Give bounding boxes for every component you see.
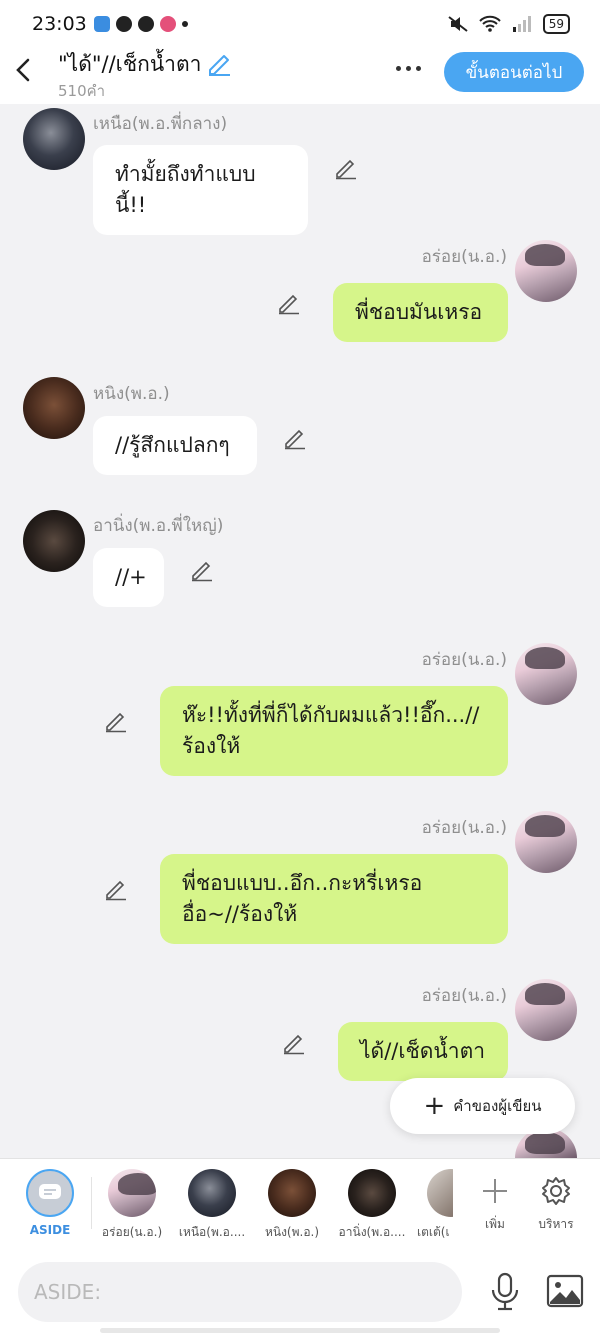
back-button[interactable] xyxy=(12,56,36,84)
character-item[interactable]: อานิ่ง(พ.อ.... xyxy=(331,1169,413,1242)
edit-title-icon[interactable] xyxy=(206,50,232,76)
character-label: อร่อย(น.อ.) xyxy=(101,1225,163,1239)
edit-message-icon[interactable] xyxy=(282,1031,306,1055)
edit-message-icon[interactable] xyxy=(190,558,214,582)
character-item[interactable]: เตเต้(เ xyxy=(411,1169,453,1242)
dot-icon xyxy=(395,65,401,71)
message-bubble[interactable]: //+ xyxy=(93,548,164,607)
edit-message-icon[interactable] xyxy=(104,877,128,901)
message-text: พี่ชอบมันเหรอ xyxy=(355,300,483,324)
character-item[interactable]: อร่อย(น.อ.) xyxy=(91,1169,173,1242)
message-text: //+ xyxy=(115,565,147,589)
message-input[interactable] xyxy=(18,1262,462,1322)
signal-icon xyxy=(512,16,531,32)
avatar[interactable] xyxy=(23,108,85,170)
more-options-button[interactable] xyxy=(390,58,426,78)
message-bubble[interactable]: ห๊ะ!!ทั้งที่พี่ก็ได้กับผมแล้ว!!อึ๊ก...//… xyxy=(160,686,508,776)
word-count: 510คำ xyxy=(58,82,106,100)
gear-icon xyxy=(542,1177,570,1205)
battery-icon: 59 xyxy=(542,14,570,34)
message-bubble[interactable]: พี่ชอบแบบ..อึก..กะหรี่เหรอ อื่อ~//ร้องให… xyxy=(160,854,508,944)
star-app-icon xyxy=(160,16,176,32)
wifi-icon xyxy=(479,15,501,32)
message-text: พี่ชอบแบบ..อึก..กะหรี่เหรอ xyxy=(182,871,423,895)
character-item[interactable]: หนิง(พ.อ.) xyxy=(251,1169,333,1242)
home-indicator xyxy=(100,1328,500,1333)
mute-icon xyxy=(448,16,468,32)
plus-icon: + xyxy=(423,1091,446,1121)
speech-bubble-icon xyxy=(39,1184,61,1199)
message-text: //รู้สึกแปลกๆ xyxy=(115,433,230,457)
chat-header: "ได้"//เช็กน้ำตา 510คำ ขั้นตอนต่อไป xyxy=(0,40,600,104)
manage-button[interactable]: บริหาร xyxy=(526,1171,586,1234)
message-text: ร้องให้ xyxy=(182,734,241,758)
facebook-icon xyxy=(138,16,154,32)
speaker-name: หนิง(พ.อ.) xyxy=(93,384,170,404)
add-character-button[interactable]: เพิ่ม xyxy=(465,1171,525,1234)
speaker-name: เหนือ(พ.อ.พี่กลาง) xyxy=(93,114,228,134)
avatar[interactable] xyxy=(515,240,577,302)
avatar[interactable] xyxy=(23,510,85,572)
avatar xyxy=(427,1169,453,1217)
more-notifications-icon xyxy=(182,21,188,27)
message-bubble[interactable]: //รู้สึกแปลกๆ xyxy=(93,416,257,475)
dot-icon xyxy=(415,65,421,71)
speaker-name: อานิ่ง(พ.อ.พี่ใหญ่) xyxy=(93,516,224,536)
manage-label: บริหาร xyxy=(538,1217,574,1231)
avatar xyxy=(108,1169,156,1217)
message-text: ได้//เช็ดน้ำตา xyxy=(360,1039,485,1063)
avatar[interactable] xyxy=(515,811,577,873)
input-bar xyxy=(0,1250,600,1333)
message-bubble[interactable]: ได้//เช็ดน้ำตา xyxy=(338,1022,508,1081)
edit-message-icon[interactable] xyxy=(334,156,358,180)
character-label: เหนือ(พ.อ.... xyxy=(178,1225,246,1239)
avatar xyxy=(268,1169,316,1217)
character-label: เตเต้(เ xyxy=(417,1225,450,1239)
image-icon[interactable] xyxy=(546,1274,584,1308)
messenger-icon xyxy=(116,16,132,32)
character-bar: ASIDE อร่อย(น.อ.) เหนือ(พ.อ.... หนิง(พ.อ… xyxy=(0,1158,600,1250)
character-label: อานิ่ง(พ.อ.... xyxy=(338,1225,406,1239)
avatar xyxy=(348,1169,396,1217)
avatar[interactable] xyxy=(23,377,85,439)
status-indicators: 59 xyxy=(447,14,570,34)
avatar[interactable] xyxy=(515,979,577,1041)
speaker-name: อร่อย(น.อ.) xyxy=(421,818,507,838)
character-item[interactable]: เหนือ(พ.อ.... xyxy=(171,1169,253,1242)
plus-icon xyxy=(483,1179,507,1203)
character-label: ASIDE xyxy=(29,1223,71,1237)
page-title: "ได้"//เช็กน้ำตา xyxy=(58,52,202,76)
speaker-name: อร่อย(น.อ.) xyxy=(421,986,507,1006)
character-label: หนิง(พ.อ.) xyxy=(264,1225,320,1239)
edit-message-icon[interactable] xyxy=(283,426,307,450)
avatar xyxy=(188,1169,236,1217)
author-note-button[interactable]: + คำของผู้เขียน xyxy=(390,1078,575,1134)
add-label: เพิ่ม xyxy=(485,1217,505,1231)
author-note-label: คำของผู้เขียน xyxy=(453,1097,542,1115)
message-bubble[interactable]: พี่ชอบมันเหรอ xyxy=(333,283,508,342)
message-text: ทำมั้ยถึงทำแบบนี้!! xyxy=(115,162,256,217)
message-bubble[interactable]: ทำมั้ยถึงทำแบบนี้!! xyxy=(93,145,308,235)
message-text: ห๊ะ!!ทั้งที่พี่ก็ได้กับผมแล้ว!!อึ๊ก...// xyxy=(182,703,480,727)
speaker-name: อร่อย(น.อ.) xyxy=(421,247,507,267)
edit-message-icon[interactable] xyxy=(104,709,128,733)
status-time: 23:03 xyxy=(32,13,87,35)
aside-avatar xyxy=(26,1169,74,1217)
status-app-icons xyxy=(94,16,188,32)
speaker-name: อร่อย(น.อ.) xyxy=(421,650,507,670)
dot-icon xyxy=(405,65,411,71)
next-step-button[interactable]: ขั้นตอนต่อไป xyxy=(444,52,584,92)
character-aside[interactable]: ASIDE xyxy=(9,1169,91,1237)
microphone-icon[interactable] xyxy=(488,1272,522,1312)
notes-app-icon xyxy=(94,16,110,32)
message-text: อื่อ~//ร้องให้ xyxy=(182,902,298,926)
edit-message-icon[interactable] xyxy=(277,291,301,315)
avatar[interactable] xyxy=(515,643,577,705)
